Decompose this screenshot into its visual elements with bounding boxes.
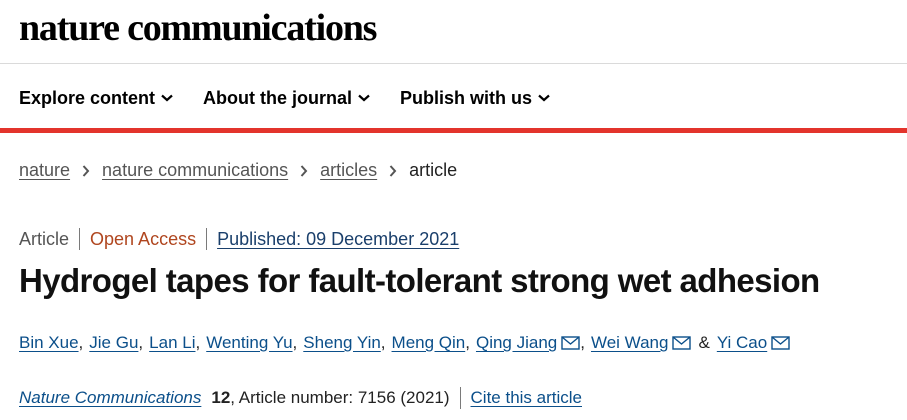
article-number: , Article number: 7156 (2021) [230,388,450,407]
email-icon[interactable] [771,336,790,350]
nav-item-label: About the journal [203,87,353,108]
nav-about-the-journal[interactable]: About the journal [203,88,370,109]
breadcrumb-nature[interactable]: nature [19,160,70,181]
breadcrumb-nature-communications[interactable]: nature communications [102,160,288,181]
email-icon[interactable] [561,336,580,350]
author-link[interactable]: Bin Xue [19,333,79,353]
open-access-label: Open Access [90,228,197,249]
chevron-down-icon [538,94,550,102]
chevron-right-icon [300,164,308,177]
nav-publish-with-us[interactable]: Publish with us [400,88,550,109]
meta-divider [79,228,81,250]
article-type: Article [19,228,70,249]
author-separator: , [138,333,144,352]
breadcrumb: nature nature communications articles ar… [19,160,457,181]
citation-line: Nature Communications 12 , Article numbe… [19,387,582,409]
chevron-down-icon [358,94,370,102]
cite-this-article-link[interactable]: Cite this article [471,388,582,408]
nav-item-label: Explore content [19,87,156,108]
citation-divider [459,387,461,409]
article-title: Hydrogel tapes for fault-tolerant strong… [19,262,820,299]
author-link[interactable]: Jie Gu [89,333,138,353]
site-logo[interactable]: nature communications [19,6,377,50]
author-separator: , [580,333,585,352]
meta-divider [206,228,208,250]
nav-explore-content[interactable]: Explore content [19,88,173,109]
author-separator: , [465,333,470,352]
published-date-link[interactable]: Published: 09 December 2021 [217,229,459,250]
chevron-right-icon [82,164,90,177]
journal-link[interactable]: Nature Communications [19,388,201,408]
author-link[interactable]: Qing Jiang [476,333,557,353]
author-link[interactable]: Sheng Yin [303,333,381,353]
breadcrumb-current: article [409,160,458,180]
accent-bar [0,128,907,133]
author-link[interactable]: Wenting Yu [206,333,292,353]
header-divider [0,63,907,64]
chevron-right-icon [389,164,397,177]
author-link[interactable]: Yi Cao [717,333,767,353]
author-link[interactable]: Meng Qin [392,333,466,353]
breadcrumb-articles[interactable]: articles [320,160,377,181]
author-separator: , [78,333,84,352]
author-link[interactable]: Wei Wang [591,333,668,353]
author-separator: , [292,333,298,352]
chevron-down-icon [161,94,173,102]
nav-item-label: Publish with us [400,87,533,108]
author-list: Bin Xue, Jie Gu, Lan Li, Wenting Yu, Sheng Y… [19,333,790,353]
email-icon[interactable] [672,336,692,350]
author-separator: , [380,333,386,352]
author-separator: , [195,333,201,352]
author-link[interactable]: Lan Li [149,333,195,353]
main-nav: Explore content About the journal Publis… [19,85,580,111]
author-last-separator: & [698,333,710,352]
volume-number: 12 [211,388,231,407]
article-meta: Article Open Access Published: 09 Decemb… [19,228,459,250]
